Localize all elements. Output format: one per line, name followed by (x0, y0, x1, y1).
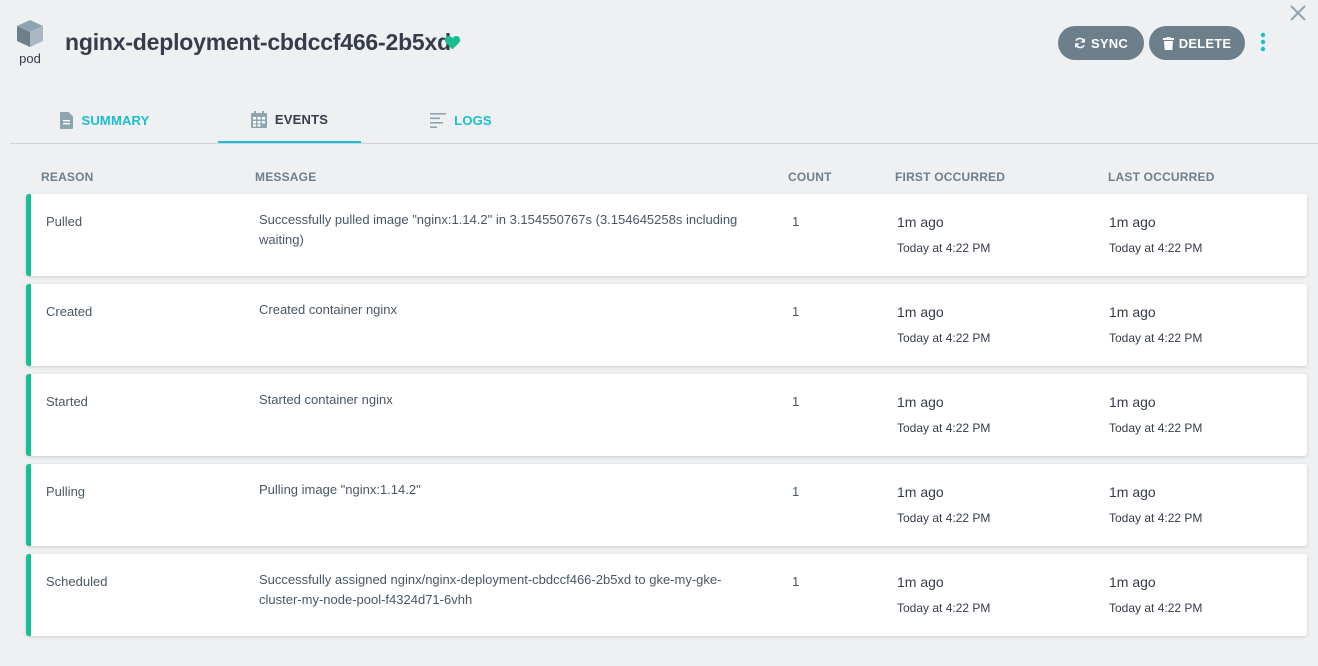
event-last-absolute: Today at 4:22 PM (1109, 511, 1203, 525)
sync-label: SYNC (1091, 35, 1128, 51)
event-message: Created container nginx (259, 302, 398, 317)
event-count: 1 (792, 394, 800, 409)
event-message: Successfully assigned nginx/nginx-deploy… (259, 572, 722, 607)
event-last-absolute: Today at 4:22 PM (1109, 241, 1203, 255)
event-first-absolute: Today at 4:22 PM (897, 241, 991, 255)
event-reason: Created (46, 304, 93, 319)
lines-icon (430, 113, 447, 128)
event-message: Pulling image "nginx:1.14.2" (259, 482, 421, 497)
resource-kind: pod (14, 18, 46, 66)
event-last-relative: 1m ago (1109, 574, 1156, 590)
close-icon[interactable] (1289, 4, 1307, 22)
event-last-absolute: Today at 4:22 PM (1109, 601, 1203, 615)
event-reason: Scheduled (46, 574, 108, 589)
events-list: Pulled Successfully pulled image "nginx:… (26, 194, 1307, 644)
event-count: 1 (792, 304, 800, 319)
event-message: Successfully pulled image "nginx:1.14.2"… (259, 212, 738, 247)
column-header-first-occurred: FIRST OCCURRED (895, 170, 1006, 184)
trash-icon (1162, 36, 1174, 50)
event-last-relative: 1m ago (1109, 304, 1156, 320)
delete-label: DELETE (1178, 35, 1232, 51)
event-first-absolute: Today at 4:22 PM (897, 331, 991, 345)
event-count: 1 (792, 214, 800, 229)
event-first-relative: 1m ago (897, 304, 944, 320)
delete-button[interactable]: DELETE (1149, 26, 1245, 60)
tab-label: SUMMARY (81, 113, 150, 128)
tab-logs[interactable]: LOGS (416, 98, 506, 143)
event-last-relative: 1m ago (1109, 214, 1156, 230)
event-row: Started Started container nginx 1 1m ago… (26, 374, 1307, 456)
tab-label: EVENTS (274, 112, 329, 127)
event-first-absolute: Today at 4:22 PM (897, 421, 991, 435)
resource-header: pod nginx-deployment-cbdccf466-2b5xd SYN… (0, 0, 1318, 96)
event-message: Started container nginx (259, 392, 393, 407)
event-first-absolute: Today at 4:22 PM (897, 511, 991, 525)
sync-button[interactable]: SYNC (1058, 26, 1144, 60)
page-title: nginx-deployment-cbdccf466-2b5xd (65, 29, 451, 55)
event-first-relative: 1m ago (897, 484, 944, 500)
kind-label: pod (19, 51, 41, 66)
event-row: Created Created container nginx 1 1m ago… (26, 284, 1307, 366)
column-header-reason: REASON (41, 170, 94, 184)
event-first-relative: 1m ago (897, 214, 944, 230)
heart-icon (444, 35, 461, 50)
event-last-relative: 1m ago (1109, 484, 1156, 500)
event-first-relative: 1m ago (897, 574, 944, 590)
event-row: Pulling Pulling image "nginx:1.14.2" 1 1… (26, 464, 1307, 546)
event-first-absolute: Today at 4:22 PM (897, 601, 991, 615)
event-last-absolute: Today at 4:22 PM (1109, 331, 1203, 345)
event-first-relative: 1m ago (897, 394, 944, 410)
document-icon (60, 112, 74, 129)
event-count: 1 (792, 484, 800, 499)
event-reason: Pulling (46, 484, 86, 499)
event-last-relative: 1m ago (1109, 394, 1156, 410)
tab-summary[interactable]: SUMMARY (50, 98, 160, 143)
event-last-absolute: Today at 4:22 PM (1109, 421, 1203, 435)
event-count: 1 (792, 574, 800, 589)
event-row: Pulled Successfully pulled image "nginx:… (26, 194, 1307, 276)
calendar-icon (250, 111, 267, 128)
column-header-message: MESSAGE (255, 170, 317, 184)
column-header-last-occurred: LAST OCCURRED (1108, 170, 1215, 184)
sync-icon (1075, 37, 1085, 49)
more-vertical-icon[interactable] (1255, 30, 1271, 54)
tab-label: LOGS (454, 113, 492, 128)
event-reason: Pulled (46, 214, 83, 229)
tab-bar: SUMMARY EVENTS LOGS (10, 98, 1318, 144)
column-header-count: COUNT (788, 170, 832, 184)
event-reason: Started (46, 394, 88, 409)
tab-events[interactable]: EVENTS (218, 98, 361, 143)
event-row: Scheduled Successfully assigned nginx/ng… (26, 554, 1307, 636)
cube-icon (17, 20, 43, 47)
